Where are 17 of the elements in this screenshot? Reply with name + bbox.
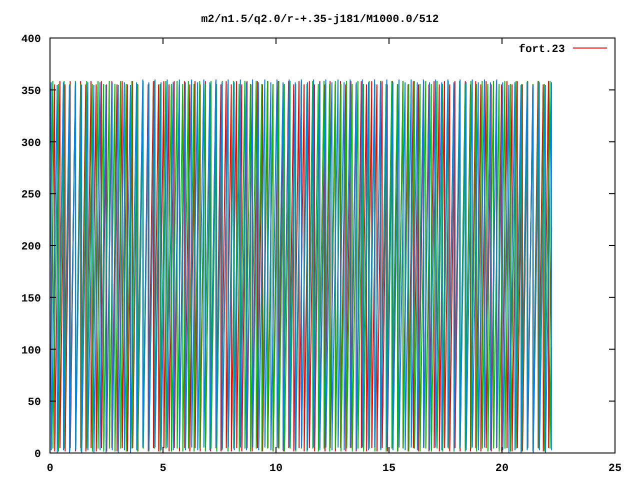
chart-title: m2/n1.5/q2.0/r-+.35-j181/M1000.0/512: [201, 14, 439, 26]
x-tick-label: 0: [46, 463, 54, 475]
x-tick-label: 10: [269, 463, 283, 475]
y-tick-label: 300: [21, 138, 41, 150]
y-tick-label: 50: [28, 397, 41, 410]
y-tick-label: 150: [21, 293, 41, 306]
y-tick-label: 200: [21, 242, 41, 254]
y-tick-label: 400: [21, 34, 41, 46]
y-tick-label: 350: [21, 86, 41, 98]
y-tick-label: 100: [21, 345, 41, 358]
x-tick-label: 15: [382, 463, 396, 475]
x-tick-label: 20: [495, 463, 509, 475]
y-tick-label: 250: [21, 190, 41, 202]
x-tick-label: 5: [160, 463, 166, 475]
legend-label: fort.23: [518, 44, 565, 56]
x-tick-label: 25: [608, 463, 622, 475]
y-tick-label: 0: [34, 449, 41, 461]
